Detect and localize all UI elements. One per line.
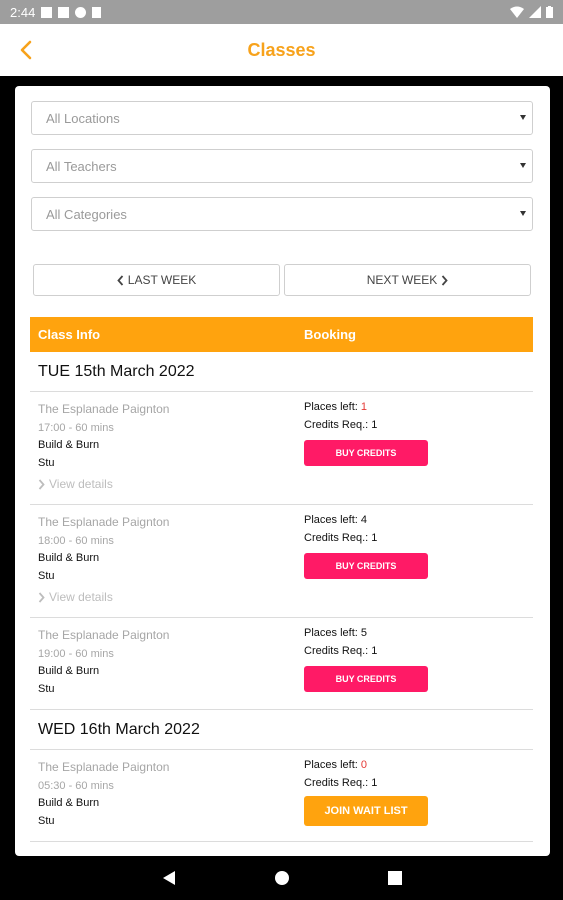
class-row: The Esplanade Paignton 17:00 - 60 mins B… xyxy=(30,392,533,505)
class-row: The Esplanade Paignton 19:00 - 60 mins B… xyxy=(30,618,533,710)
credits-count: 1 xyxy=(371,419,378,431)
class-time: 05:30 - 60 mins xyxy=(38,780,114,792)
category-select-value: All Categories xyxy=(46,206,127,222)
credits-required: Credits Req.: 1 xyxy=(304,645,377,657)
view-details-label: View details xyxy=(49,477,113,491)
places-label: Places left: xyxy=(304,759,361,771)
buy-credits-button[interactable]: BUY CREDITS xyxy=(304,666,428,692)
chevron-left-icon xyxy=(117,274,123,286)
chevron-right-icon xyxy=(38,591,45,603)
sd-card-icon xyxy=(92,6,102,18)
teacher-select[interactable]: All Teachers xyxy=(31,149,533,183)
next-week-button[interactable]: NEXT WEEK xyxy=(284,264,531,296)
class-time: 17:00 - 60 mins xyxy=(38,422,114,434)
places-label: Places left: xyxy=(304,514,361,526)
classes-card: All Locations All Teachers All Categorie… xyxy=(15,86,550,856)
credits-required: Credits Req.: 1 xyxy=(304,419,377,431)
class-name: Build & Burn xyxy=(38,665,100,677)
page-title: Classes xyxy=(247,39,316,60)
places-left: Places left: 1 xyxy=(304,401,367,413)
class-location: The Esplanade Paignton xyxy=(38,760,170,774)
class-row: The Esplanade Paignton 18:00 - 60 mins B… xyxy=(30,505,533,618)
places-label: Places left: xyxy=(304,627,361,639)
app-bar: Classes xyxy=(0,24,563,76)
status-time: 2:44 xyxy=(10,4,36,20)
notification-icon xyxy=(41,6,53,18)
buy-credits-button[interactable]: BUY CREDITS xyxy=(304,440,428,466)
col-booking: Booking xyxy=(304,327,356,342)
recents-square-icon[interactable] xyxy=(387,871,402,885)
category-select[interactable]: All Categories xyxy=(31,197,533,231)
status-bar: 2:44 xyxy=(0,0,563,24)
system-nav-bar xyxy=(0,856,563,900)
join-wait-list-button[interactable]: JOIN WAIT LIST xyxy=(304,796,428,826)
class-teacher: Stu xyxy=(38,815,55,827)
teacher-select-value: All Teachers xyxy=(46,158,117,174)
credits-label: Credits Req.: xyxy=(304,777,372,789)
places-label: Places left: xyxy=(304,401,361,413)
places-left: Places left: 5 xyxy=(304,627,367,639)
class-teacher: Stu xyxy=(38,457,55,469)
caret-down-icon xyxy=(520,211,526,216)
class-name: Build & Burn xyxy=(38,439,100,451)
location-select[interactable]: All Locations xyxy=(31,101,533,135)
col-class-info: Class Info xyxy=(38,327,101,342)
credits-count: 1 xyxy=(371,777,378,789)
credits-label: Credits Req.: xyxy=(304,419,372,431)
places-count: 4 xyxy=(360,514,367,526)
table-header: Class Info Booking xyxy=(30,317,533,352)
location-select-value: All Locations xyxy=(46,110,120,126)
class-location: The Esplanade Paignton xyxy=(38,628,170,642)
view-details-link[interactable]: View details xyxy=(38,477,113,491)
buy-credits-button[interactable]: BUY CREDITS xyxy=(304,553,428,579)
class-teacher: Stu xyxy=(38,570,55,582)
places-count: 0 xyxy=(360,759,367,771)
view-details-link[interactable]: View details xyxy=(38,590,113,604)
caret-down-icon xyxy=(520,115,526,120)
chevron-left-icon xyxy=(20,40,32,60)
last-week-button[interactable]: LAST WEEK xyxy=(33,264,280,296)
places-count: 1 xyxy=(360,401,367,413)
class-row: The Esplanade Paignton 05:30 - 60 mins B… xyxy=(30,750,533,842)
chevron-right-icon xyxy=(442,274,448,286)
class-time: 19:00 - 60 mins xyxy=(38,648,114,660)
credits-count: 1 xyxy=(371,645,378,657)
battery-icon xyxy=(546,6,553,18)
class-name: Build & Burn xyxy=(38,552,100,564)
places-count: 5 xyxy=(360,627,367,639)
class-teacher: Stu xyxy=(38,683,55,695)
credits-required: Credits Req.: 1 xyxy=(304,777,377,789)
credits-count: 1 xyxy=(371,532,378,544)
last-week-label: LAST WEEK xyxy=(127,273,197,287)
credits-required: Credits Req.: 1 xyxy=(304,532,377,544)
notification-icon xyxy=(58,6,70,18)
day-header: WED 16th March 2022 xyxy=(30,710,533,750)
chevron-right-icon xyxy=(38,478,45,490)
places-left: Places left: 0 xyxy=(304,759,367,771)
credits-label: Credits Req.: xyxy=(304,645,372,657)
view-details-label: View details xyxy=(49,590,113,604)
home-circle-icon[interactable] xyxy=(274,870,290,886)
class-time: 18:00 - 60 mins xyxy=(38,535,114,547)
wifi-icon xyxy=(510,6,524,18)
signal-icon xyxy=(529,6,541,18)
day-header: TUE 15th March 2022 xyxy=(30,352,533,392)
credits-label: Credits Req.: xyxy=(304,532,372,544)
back-button[interactable] xyxy=(12,36,40,64)
sync-icon xyxy=(75,6,87,18)
class-name: Build & Burn xyxy=(38,797,100,809)
class-location: The Esplanade Paignton xyxy=(38,402,170,416)
places-left: Places left: 4 xyxy=(304,514,367,526)
caret-down-icon xyxy=(520,163,526,168)
back-triangle-icon[interactable] xyxy=(162,870,176,886)
next-week-label: NEXT WEEK xyxy=(366,273,438,287)
class-location: The Esplanade Paignton xyxy=(38,515,170,529)
